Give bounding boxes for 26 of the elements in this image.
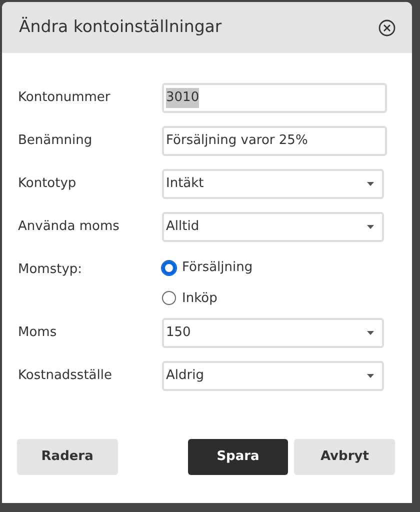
field-label: Momstyp: xyxy=(18,261,84,279)
dropdown[interactable]: Aldrig xyxy=(162,361,384,391)
dialog-button[interactable]: Avbryt xyxy=(294,439,396,475)
dialog-button[interactable]: Radera xyxy=(17,439,118,475)
dialog-button[interactable]: Spara xyxy=(188,439,288,475)
field-label: Kostnadsställe xyxy=(18,367,113,385)
radio-button[interactable] xyxy=(162,260,176,275)
dropdown[interactable]: 150 xyxy=(162,318,384,348)
field-label: Använda moms xyxy=(18,218,120,236)
caret-icon xyxy=(367,225,374,229)
caret-icon xyxy=(367,182,374,186)
caret-icon xyxy=(367,331,374,335)
field-label: Kontotyp xyxy=(18,175,78,193)
text-field[interactable]: 3010 xyxy=(162,83,387,113)
close-icon[interactable] xyxy=(378,18,396,36)
field-label: Benämning xyxy=(18,132,94,150)
field-label: Moms xyxy=(18,324,58,342)
radio-option[interactable]: Försäljning xyxy=(162,258,253,278)
radio-option[interactable]: Inköp xyxy=(162,288,253,308)
radio-button[interactable] xyxy=(162,291,176,306)
caret-icon xyxy=(367,374,374,378)
field-label: Kontonummer xyxy=(18,89,112,107)
dialog-title: Ändra kontoinställningar xyxy=(19,16,222,38)
dropdown[interactable]: Alltid xyxy=(162,212,384,242)
dropdown[interactable]: Intäkt xyxy=(162,169,384,199)
text-field[interactable]: Försäljning varor 25% xyxy=(162,126,387,156)
